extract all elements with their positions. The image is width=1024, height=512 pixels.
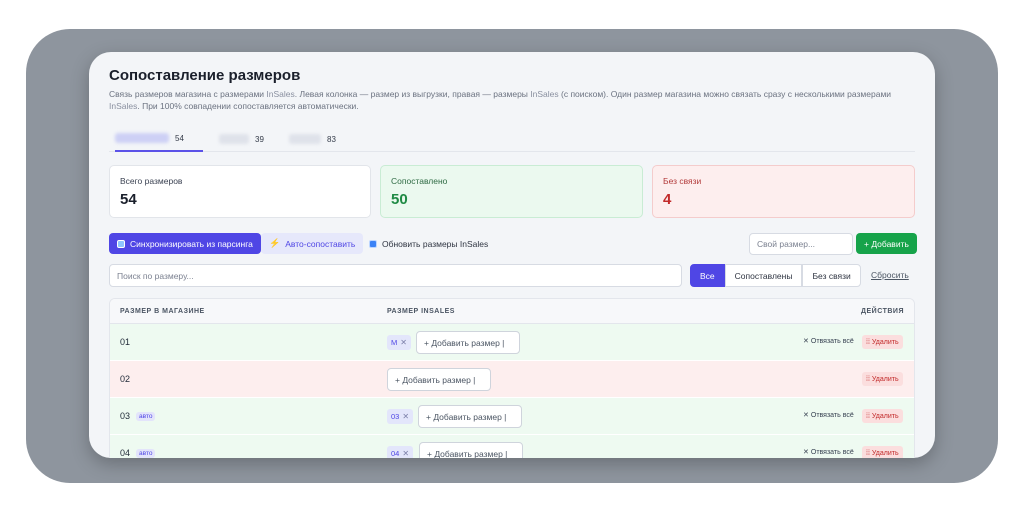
add-insales-size-field[interactable]: + Добавить размер |	[418, 405, 522, 428]
delete-button[interactable]: ⁞⁞ Удалить	[862, 409, 903, 423]
stat-total-value: 54	[120, 191, 137, 208]
insales-size-chip: M ✕	[387, 335, 411, 350]
remove-chip-icon[interactable]: ✕	[400, 338, 407, 347]
remove-chip-icon[interactable]: ✕	[402, 449, 409, 458]
tab-third[interactable]: 83	[289, 126, 349, 152]
tab-bar: 54 39 83	[109, 126, 915, 152]
close-icon: ✕	[803, 338, 809, 345]
header-insales-size: РАЗМЕР INSALES	[387, 308, 455, 315]
add-size-button[interactable]: + Добавить	[856, 233, 917, 254]
delete-button[interactable]: ⁞⁞ Удалить	[862, 446, 903, 458]
delete-button[interactable]: ⁞⁞ Удалить	[862, 372, 903, 386]
own-size-input[interactable]: Свой размер...	[749, 233, 853, 255]
refresh-insales-button[interactable]: Обновить размеры InSales	[369, 233, 488, 254]
header-actions: ДЕЙСТВИЯ	[861, 308, 904, 315]
stat-unlinked-label: Без связи	[663, 176, 702, 186]
header-store-size: РАЗМЕР В МАГАЗИНЕ	[120, 308, 205, 315]
close-icon: ✕	[803, 412, 809, 419]
delete-button[interactable]: ⁞⁞ Удалить	[862, 335, 903, 349]
table-row: 01 M ✕ + Добавить размер | ✕ Отвязать всё …	[110, 324, 914, 361]
tab-label-blurred	[219, 134, 249, 144]
stat-total-label: Всего размеров	[120, 176, 183, 186]
stat-matched-value: 50	[391, 191, 408, 208]
store-size: 04 авто	[120, 448, 156, 458]
close-icon: ✕	[803, 449, 809, 456]
store-size: 02	[120, 374, 131, 384]
add-insales-size-field[interactable]: + Добавить размер |	[387, 368, 491, 391]
sync-icon	[117, 239, 125, 248]
stat-unlinked-card: Без связи 4	[652, 165, 915, 218]
unlink-all-button[interactable]: ✕ Отвязать всё	[803, 337, 854, 346]
unlink-all-button[interactable]: ✕ Отвязать всё	[803, 411, 854, 420]
filter-all-button[interactable]: Все	[690, 264, 725, 287]
sizes-table: РАЗМЕР В МАГАЗИНЕ РАЗМЕР INSALES ДЕЙСТВИ…	[109, 298, 915, 458]
table-header: РАЗМЕР В МАГАЗИНЕ РАЗМЕР INSALES ДЕЙСТВИ…	[110, 299, 914, 324]
store-size: 03 авто	[120, 411, 156, 421]
filter-unlinked-button[interactable]: Без связи	[802, 264, 861, 287]
remove-chip-icon[interactable]: ✕	[402, 412, 409, 421]
stat-matched-card: Сопоставлено 50	[380, 165, 643, 218]
unlink-all-button[interactable]: ✕ Отвязать всё	[803, 448, 854, 457]
table-row: 03 авто 03 ✕ + Добавить размер | ✕ Отвязать…	[110, 398, 914, 435]
tab-first[interactable]: 54	[115, 126, 203, 152]
auto-badge: авто	[136, 448, 156, 458]
auto-badge: авто	[136, 411, 156, 421]
tab-second[interactable]: 39	[219, 126, 279, 152]
insales-size-chip: 03 ✕	[387, 409, 414, 424]
tab-label-blurred	[289, 134, 321, 144]
tab-count: 39	[255, 134, 264, 144]
trash-icon: ⁞⁞	[866, 449, 870, 457]
page-title: Сопоставление размеров	[109, 67, 301, 84]
table-row: 04 авто 04 ✕ + Добавить размер | ✕ Отвязать…	[110, 435, 914, 458]
stat-total-card: Всего размеров 54	[109, 165, 371, 218]
trash-icon: ⁞⁞	[866, 375, 870, 383]
table-row: 02 + Добавить размер | ⁞⁞ Удалить	[110, 361, 914, 398]
tab-count: 83	[327, 134, 336, 144]
app-window: Сопоставление размеров Связь размеров ма…	[89, 52, 935, 458]
sync-button[interactable]: Синхронизировать из парсинга	[109, 233, 261, 254]
add-insales-size-field[interactable]: + Добавить размер |	[419, 442, 523, 458]
store-size: 01	[120, 337, 131, 347]
filter-matched-button[interactable]: Сопоставлены	[724, 264, 803, 287]
auto-match-button[interactable]: ⚡ Авто-сопоставить	[261, 233, 364, 254]
page-description: Связь размеров магазина с размерами InSa…	[109, 89, 892, 111]
lightning-icon: ⚡	[269, 238, 281, 248]
trash-icon: ⁞⁞	[866, 412, 870, 420]
insales-size-chip: 04 ✕	[387, 446, 414, 458]
trash-icon: ⁞⁞	[866, 338, 870, 346]
tab-count: 54	[175, 133, 184, 143]
add-insales-size-field[interactable]: + Добавить размер |	[416, 331, 520, 354]
filter-segment: Все Сопоставлены Без связи	[690, 264, 861, 287]
tab-label-blurred	[115, 133, 169, 143]
stat-matched-label: Сопоставлено	[391, 176, 448, 186]
reset-filters-link[interactable]: Сбросить	[871, 270, 909, 280]
stat-unlinked-value: 4	[663, 191, 672, 208]
refresh-icon	[369, 239, 377, 248]
search-input[interactable]: Поиск по размеру...	[109, 264, 682, 287]
